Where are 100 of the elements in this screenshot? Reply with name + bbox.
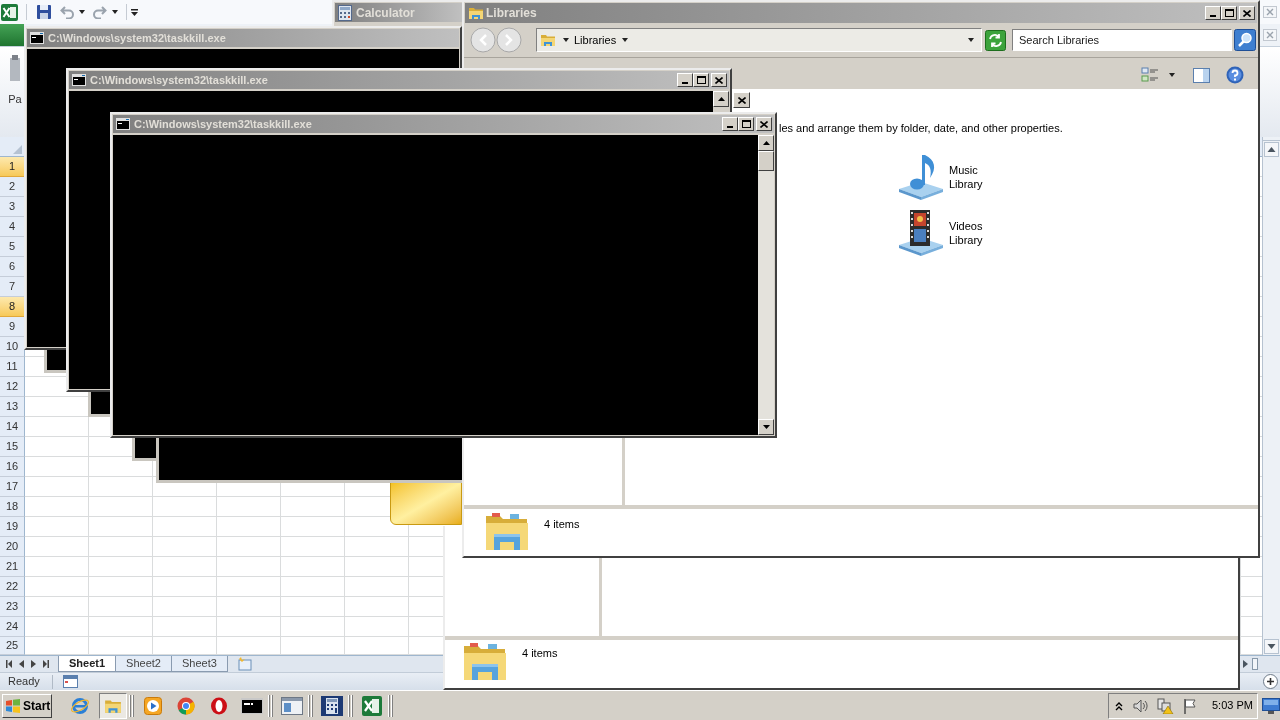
row-header[interactable]: 12	[0, 377, 25, 397]
search-field[interactable]: Search Libraries	[1012, 29, 1232, 51]
monitor-icon[interactable]	[1262, 697, 1280, 714]
row-header[interactable]: 17	[0, 477, 25, 497]
caret-icon	[563, 38, 569, 42]
first-arrow-icon[interactable]	[6, 659, 12, 668]
caret-icon[interactable]	[1169, 73, 1175, 77]
status-text: Ready	[7, 674, 40, 690]
maximize-button[interactable]	[738, 117, 754, 131]
clock: 5:03 PM	[1212, 698, 1253, 714]
close-icon	[760, 120, 768, 128]
help-icon[interactable]	[1226, 66, 1244, 84]
caret-icon[interactable]	[112, 10, 118, 14]
network-warning-icon[interactable]	[1157, 697, 1174, 714]
sheet-tab[interactable]: Sheet3	[170, 656, 228, 672]
close-icon	[737, 96, 746, 104]
row-header[interactable]: 6	[0, 257, 25, 277]
paste-button[interactable]: Pa	[7, 55, 23, 107]
row-header[interactable]: 11	[0, 357, 25, 377]
close-button[interactable]	[711, 73, 727, 87]
film-icon	[897, 208, 945, 256]
row-header[interactable]: 3	[0, 197, 25, 217]
row-header[interactable]: 19	[0, 517, 25, 537]
up-arrow-icon	[717, 97, 725, 101]
caret-icon[interactable]	[622, 38, 629, 42]
left-arrow-icon[interactable]	[19, 659, 24, 668]
flag-icon[interactable]	[1183, 697, 1197, 714]
minimize-button[interactable]	[722, 117, 738, 131]
customize-icon[interactable]	[131, 8, 138, 16]
refresh-icon[interactable]	[985, 29, 1006, 51]
row-header[interactable]: 14	[0, 417, 25, 437]
chevron-up-icon[interactable]	[1115, 700, 1123, 711]
row-header[interactable]: 18	[0, 497, 25, 517]
row-header[interactable]: 5	[0, 237, 25, 257]
folder-icon	[468, 5, 484, 21]
close-button[interactable]	[756, 117, 772, 131]
row-header[interactable]: 23	[0, 597, 25, 617]
row-header[interactable]: 8	[0, 297, 25, 317]
sheet-icon[interactable]	[62, 675, 78, 688]
maximize-icon	[696, 76, 706, 84]
close-icon	[1243, 9, 1251, 17]
triangle-icon	[13, 145, 22, 154]
row-header[interactable]: 9	[0, 317, 25, 337]
close-button[interactable]	[733, 92, 750, 108]
row-header[interactable]: 20	[0, 537, 25, 557]
row-header[interactable]: 16	[0, 457, 25, 477]
scroll-up-button[interactable]	[713, 91, 729, 107]
folder-icon	[540, 32, 556, 48]
caret-icon[interactable]	[79, 10, 85, 14]
row-header[interactable]: 7	[0, 277, 25, 297]
sheet-tab[interactable]: Sheet1	[58, 656, 117, 672]
sheet-tab[interactable]: Sheet2	[115, 656, 172, 672]
pane-icon[interactable]	[1193, 67, 1210, 83]
window-title: Calculator	[356, 4, 415, 22]
console-icon	[116, 118, 130, 130]
window-icon	[281, 696, 303, 715]
console-icon	[30, 32, 44, 44]
window-title: C:\Windows\system32\taskkill.exe	[48, 30, 226, 46]
item-count: 4 items	[522, 646, 558, 661]
speaker-icon[interactable]	[1132, 697, 1148, 714]
right-arrow-icon[interactable]	[1243, 659, 1248, 668]
library-item[interactable]: Videos Library	[897, 208, 983, 256]
close-icon	[715, 76, 723, 84]
start-button[interactable]: Start	[2, 693, 52, 718]
spreadsheet-icon	[362, 695, 382, 716]
row-header[interactable]: 10	[0, 337, 25, 357]
round-logo-icon	[177, 696, 195, 715]
music-note-icon	[897, 152, 945, 200]
last-arrow-icon[interactable]	[43, 659, 49, 668]
minimize-icon	[682, 82, 688, 84]
right-arrow-icon[interactable]	[31, 659, 36, 668]
row-header[interactable]: 2	[0, 177, 25, 197]
library-item[interactable]: Music Library	[897, 152, 983, 200]
row-header[interactable]: 13	[0, 397, 25, 417]
breadcrumb-button[interactable]: Libraries	[574, 31, 617, 49]
row-header[interactable]: 22	[0, 577, 25, 597]
row-header[interactable]: 21	[0, 557, 25, 577]
scroll-thumb[interactable]	[1252, 657, 1258, 670]
row-header[interactable]: 25	[0, 637, 25, 655]
console-icon	[72, 74, 86, 86]
up-arrow-icon	[762, 141, 770, 145]
row-header[interactable]: 4	[0, 217, 25, 237]
folder-icon	[462, 640, 508, 682]
caret-icon[interactable]	[968, 38, 974, 42]
search-icon[interactable]	[1234, 29, 1256, 51]
down-arrow-icon	[762, 425, 770, 429]
row-header[interactable]: 24	[0, 617, 25, 637]
maximize-button[interactable]	[1221, 6, 1237, 20]
minimize-button[interactable]	[1205, 6, 1221, 20]
zoom-in-icon[interactable]	[1263, 674, 1278, 689]
save-icon[interactable]	[36, 4, 52, 20]
minimize-button[interactable]	[677, 73, 693, 87]
scroll-down-button[interactable]	[758, 419, 774, 435]
folder-icon	[484, 510, 530, 552]
close-button[interactable]	[1239, 6, 1255, 20]
row-header[interactable]: 15	[0, 437, 25, 457]
item-count: 4 items	[544, 517, 580, 532]
maximize-button[interactable]	[693, 73, 709, 87]
row-header[interactable]: 1	[0, 157, 25, 177]
scroll-up-button[interactable]	[758, 135, 774, 151]
